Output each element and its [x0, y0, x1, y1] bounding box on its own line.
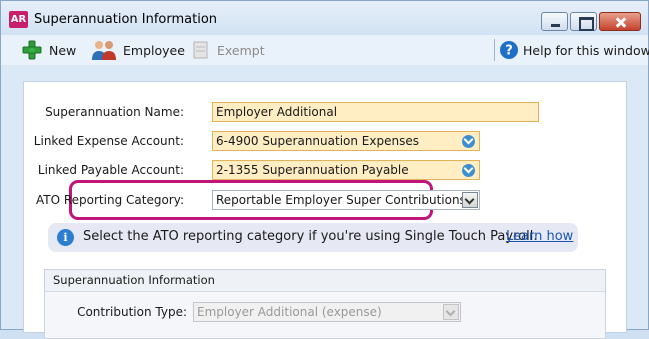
info-icon: i: [57, 229, 74, 246]
help-label: Help for this window: [523, 42, 649, 58]
super-name-input[interactable]: Employer Additional: [212, 102, 539, 122]
payable-account-label: Linked Payable Account:: [37, 163, 184, 177]
minimize-button[interactable]: [541, 12, 568, 31]
title-bar: AR Superannuation Information: [1, 1, 648, 35]
svg-text:?: ?: [505, 44, 513, 59]
ato-category-value: Reportable Employer Super Contributions: [216, 193, 466, 207]
chevron-down-icon[interactable]: [462, 164, 475, 177]
help-button[interactable]: ? Help for this window: [499, 38, 649, 62]
new-label: New: [49, 42, 77, 58]
expense-account-field[interactable]: 6-4900 Superannuation Expenses: [212, 131, 480, 151]
contribution-type-select: Employer Additional (expense): [193, 302, 461, 322]
main-panel: Superannuation Name: Employer Additional…: [23, 81, 627, 339]
chevron-down-icon[interactable]: [462, 192, 478, 208]
exempt-button[interactable]: Exempt: [191, 38, 265, 62]
contribution-type-label: Contribution Type:: [77, 305, 187, 319]
expense-account-value: 6-4900 Superannuation Expenses: [216, 134, 419, 148]
app-logo: AR: [9, 11, 28, 28]
exempt-icon: [191, 39, 211, 61]
ato-category-label: ATO Reporting Category:: [35, 193, 184, 207]
learn-how-link[interactable]: Learn how: [506, 229, 573, 244]
minimize-icon: [542, 13, 567, 30]
payable-account-value: 2-1355 Superannuation Payable: [216, 163, 409, 177]
payable-account-field[interactable]: 2-1355 Superannuation Payable: [212, 160, 480, 180]
close-button[interactable]: [599, 12, 641, 31]
chevron-down-icon: [443, 304, 459, 320]
super-info-group: Superannuation Information Contribution …: [44, 269, 606, 339]
plus-icon: [21, 39, 43, 61]
super-name-label: Superannuation Name:: [45, 105, 184, 119]
toolbar: New Employee Exempt ? Help for this wind…: [1, 35, 649, 65]
chevron-down-icon[interactable]: [462, 135, 475, 148]
window-title: Superannuation Information: [34, 12, 218, 27]
new-button[interactable]: New: [21, 38, 76, 62]
maximize-icon: [571, 13, 596, 31]
help-icon: ?: [499, 39, 519, 61]
expense-account-label: Linked Expense Account:: [33, 134, 184, 148]
toolbar-divider: [494, 39, 495, 61]
maximize-button[interactable]: [570, 12, 597, 31]
exempt-label: Exempt: [217, 42, 265, 58]
employee-label: Employee: [123, 42, 185, 58]
close-icon: [600, 13, 640, 30]
contribution-type-value: Employer Additional (expense): [197, 305, 382, 319]
info-text: Select the ATO reporting category if you…: [83, 229, 538, 244]
info-bar: i Select the ATO reporting category if y…: [48, 223, 578, 252]
employee-icon: [91, 39, 117, 61]
employee-button[interactable]: Employee: [91, 38, 185, 62]
group-title: Superannuation Information: [45, 270, 605, 292]
ato-category-select[interactable]: Reportable Employer Super Contributions: [212, 190, 480, 210]
superannuation-window: AR Superannuation Information New Employ…: [0, 0, 649, 339]
